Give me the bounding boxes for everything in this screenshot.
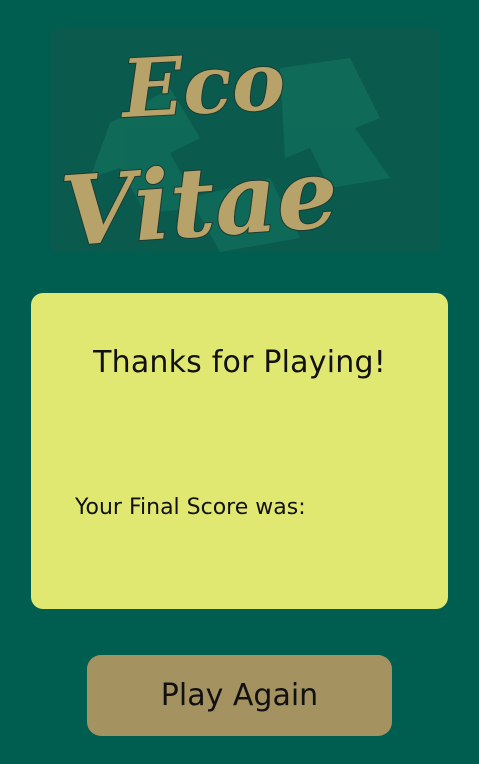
- play-again-button[interactable]: Play Again: [87, 655, 392, 736]
- thanks-title: Thanks for Playing!: [93, 345, 386, 380]
- final-score-label: Your Final Score was:: [75, 495, 306, 520]
- score-card: Thanks for Playing! Your Final Score was…: [31, 293, 448, 609]
- end-screen: Eco Vitae Thanks for Playing! Your Final…: [0, 0, 479, 764]
- eco-vitae-logo: Eco Vitae: [50, 28, 440, 252]
- logo-line-vitae: Vitae: [57, 136, 341, 252]
- logo-graphic: Eco Vitae: [56, 33, 390, 252]
- logo-line-eco: Eco: [117, 34, 287, 137]
